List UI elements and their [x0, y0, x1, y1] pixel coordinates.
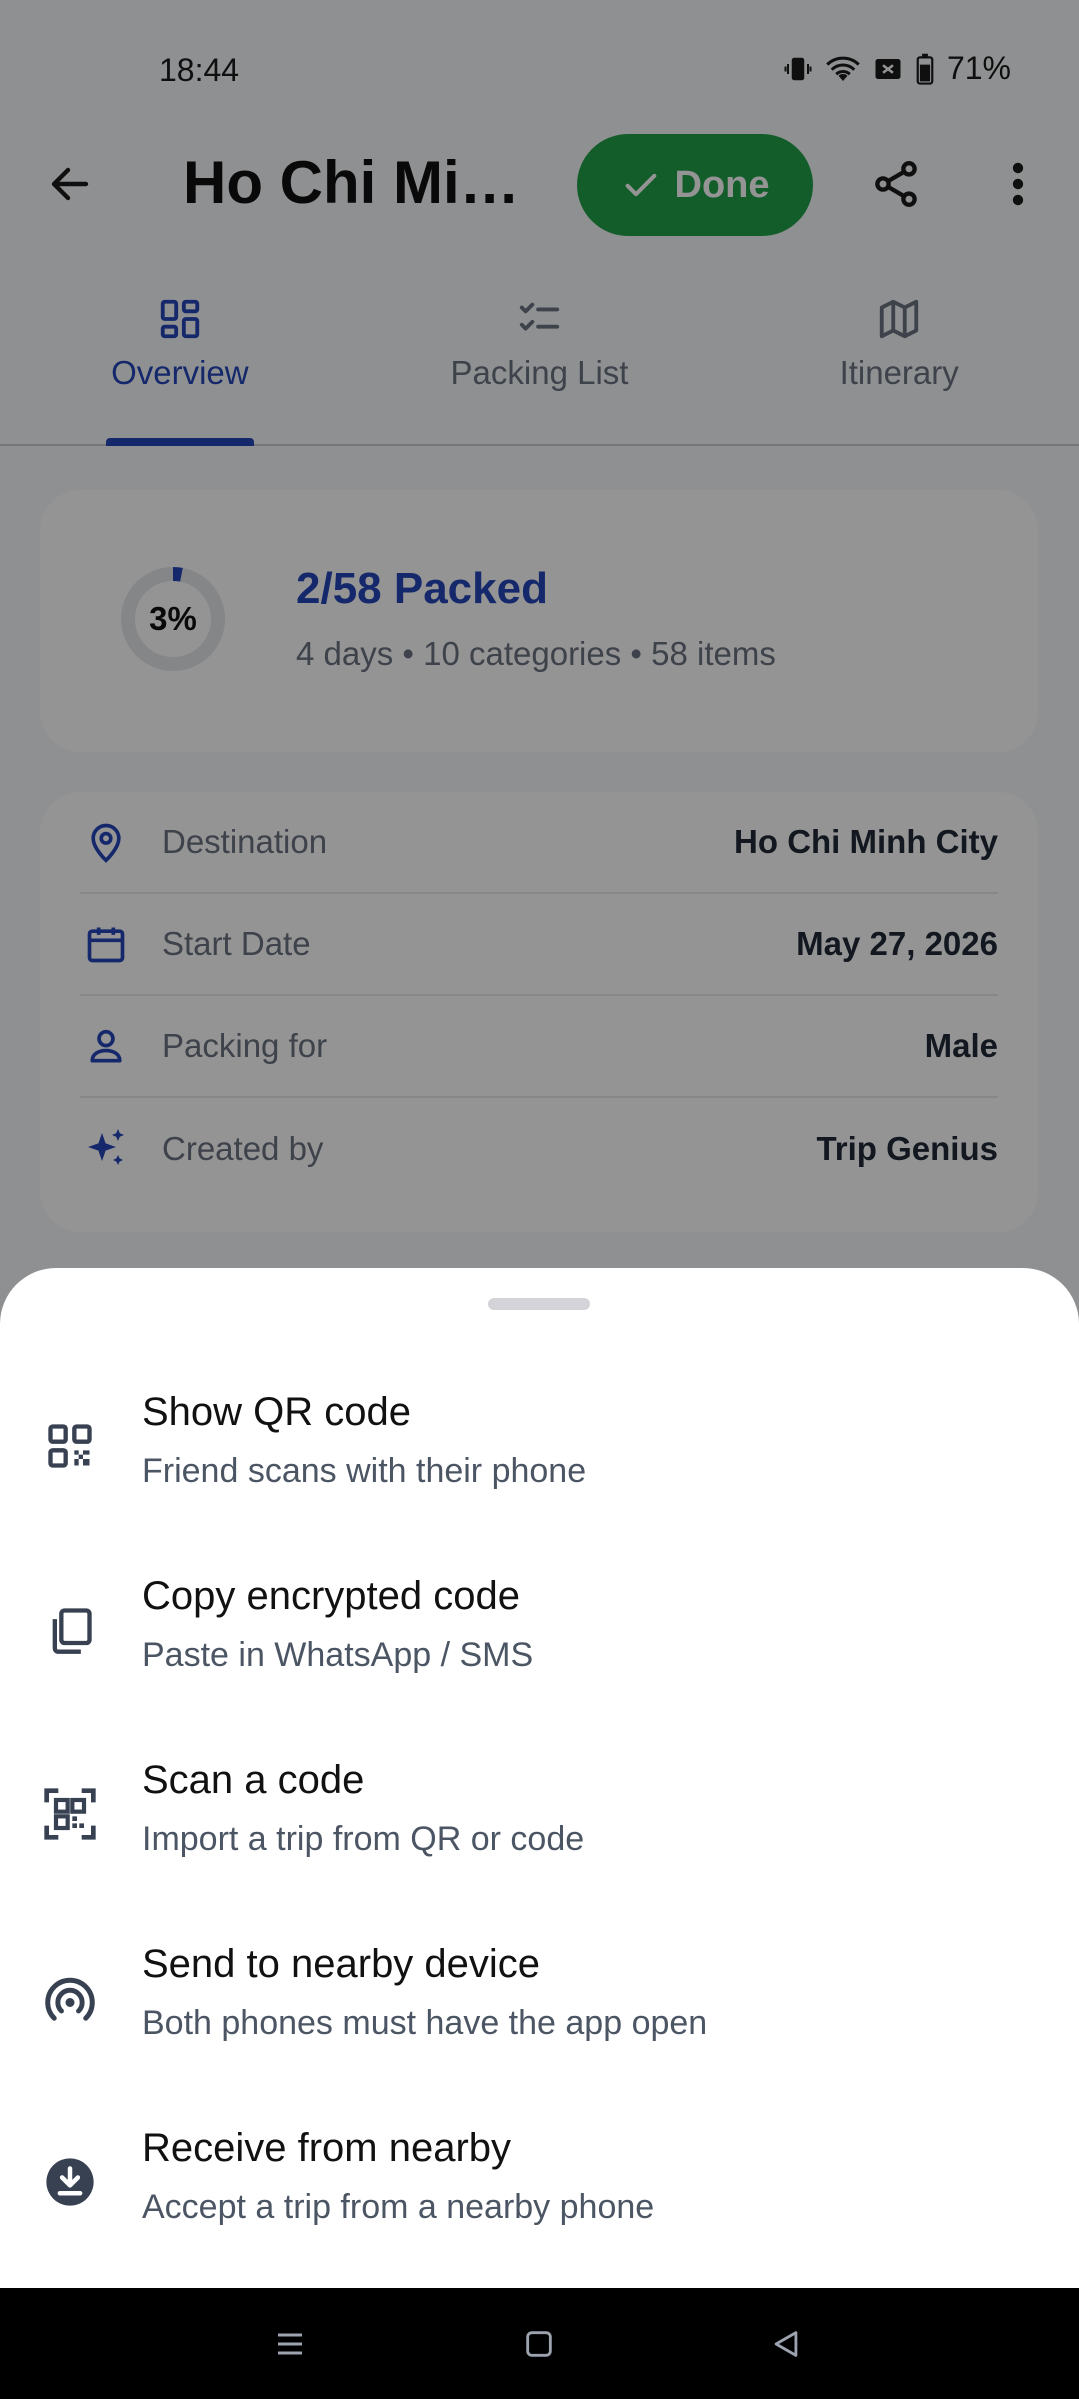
qr-code-icon — [48, 1424, 92, 1468]
system-back-button[interactable] — [762, 2320, 810, 2368]
option-title: Send to nearby device — [142, 1942, 541, 1986]
home-square-icon — [526, 2331, 552, 2357]
option-title: Show QR code — [142, 1390, 412, 1434]
option-subtitle: Accept a trip from a nearby phone — [142, 2188, 655, 2226]
drag-handle[interactable] — [488, 1298, 590, 1310]
copy-icon — [52, 1608, 92, 1654]
qr-scan-icon — [44, 1788, 96, 1840]
home-button[interactable] — [515, 2320, 563, 2368]
nearby-broadcast-icon — [45, 1977, 95, 2021]
triangle-back-icon — [774, 2331, 798, 2357]
download-circle-icon — [46, 2158, 94, 2206]
copy-encrypted-code-option[interactable]: Copy encrypted code Paste in WhatsApp / … — [0, 1552, 1079, 1732]
scan-code-option[interactable]: Scan a code Import a trip from QR or cod… — [0, 1736, 1079, 1916]
option-title: Copy encrypted code — [142, 1574, 521, 1618]
recent-apps-button[interactable] — [266, 2320, 314, 2368]
receive-from-nearby-option[interactable]: Receive from nearby Accept a trip from a… — [0, 2104, 1079, 2284]
option-subtitle: Friend scans with their phone — [142, 1452, 587, 1490]
option-subtitle: Both phones must have the app open — [142, 2004, 708, 2042]
option-subtitle: Paste in WhatsApp / SMS — [142, 1636, 534, 1674]
option-title: Scan a code — [142, 1758, 365, 1802]
option-title: Receive from nearby — [142, 2126, 512, 2170]
share-bottom-sheet: Show QR code Friend scans with their pho… — [0, 1268, 1079, 2288]
option-subtitle: Import a trip from QR or code — [142, 1820, 585, 1858]
menu-icon — [278, 2333, 302, 2355]
show-qr-code-option[interactable]: Show QR code Friend scans with their pho… — [0, 1368, 1079, 1548]
send-to-nearby-option[interactable]: Send to nearby device Both phones must h… — [0, 1920, 1079, 2100]
system-navigation-bar — [0, 2288, 1079, 2399]
